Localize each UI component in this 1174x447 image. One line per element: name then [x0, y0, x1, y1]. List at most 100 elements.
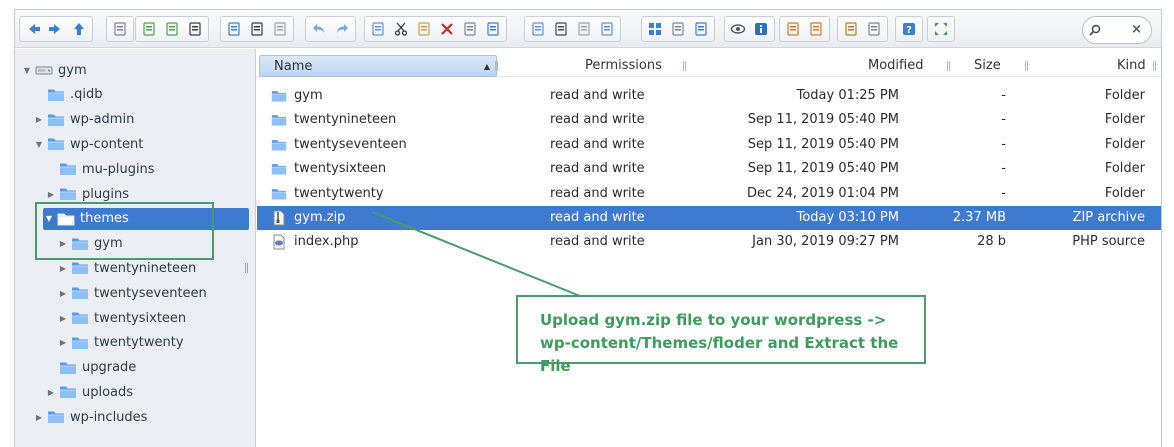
icons-view-button[interactable] — [840, 17, 862, 41]
instruction-callout: Upload gym.zip file to your wordpress ->… — [516, 295, 926, 375]
fullscreen-button[interactable] — [930, 17, 952, 41]
column-header-permissions[interactable]: Permissions — [585, 55, 662, 77]
expand-arrow-icon[interactable]: ▶ — [57, 289, 69, 298]
tree-item-label: wp-admin — [70, 112, 135, 128]
redo-button[interactable] — [331, 17, 353, 41]
folder-icon — [271, 88, 287, 104]
panel-icon — [228, 22, 240, 36]
file-permissions: read and write — [550, 136, 645, 152]
tree-item--qidb[interactable]: .qidb — [33, 84, 103, 106]
expand-arrow-icon[interactable]: ▶ — [57, 338, 69, 347]
clip-button[interactable] — [573, 17, 595, 41]
tree-item-uploads[interactable]: ▶ uploads — [45, 381, 133, 403]
expand-arrow-icon[interactable]: ▶ — [45, 190, 57, 199]
tree-item-mu-plugins[interactable]: mu-plugins — [45, 158, 155, 180]
undo-button[interactable] — [308, 17, 330, 41]
column-resize-handle[interactable] — [683, 61, 686, 71]
edit-button[interactable] — [482, 17, 504, 41]
file-size: - — [1001, 136, 1006, 152]
info-button[interactable] — [750, 17, 772, 41]
tree-item-twentynineteen[interactable]: ▶ twentynineteen — [57, 257, 196, 279]
tree-item-label: plugins — [82, 186, 129, 202]
cut-button[interactable] — [390, 17, 412, 41]
thumbs-icon — [695, 22, 707, 36]
expand-arrow-icon[interactable]: ▶ — [57, 264, 69, 273]
column-resize-handle[interactable] — [495, 61, 498, 71]
thumbs-button[interactable] — [690, 17, 712, 41]
clear-search-icon[interactable]: × — [1131, 22, 1142, 37]
column-header-name[interactable]: Name ▲ — [259, 55, 497, 77]
column-resize-handle[interactable] — [1153, 61, 1156, 71]
panel-button[interactable] — [223, 17, 245, 41]
file-row[interactable]: twentynineteen read and write Sep 11, 2019… — [257, 108, 1161, 132]
collapse-arrow-icon[interactable]: ▼ — [21, 66, 33, 75]
save-button[interactable] — [184, 17, 206, 41]
file-row[interactable]: twentyseventeen read and write Sep 11, 201… — [257, 133, 1161, 157]
search-input[interactable]: × — [1082, 16, 1152, 44]
tree-item-upgrade[interactable]: upgrade — [45, 357, 136, 379]
help-button[interactable]: ? — [898, 17, 920, 41]
file-row[interactable]: twentytwenty read and write Dec 24, 2019 0… — [257, 182, 1161, 206]
archive-button[interactable] — [596, 17, 618, 41]
tree-item-label: wp-content — [70, 136, 144, 152]
rename-icon — [464, 22, 476, 36]
column-resize-handle[interactable] — [947, 61, 950, 71]
up-button[interactable] — [68, 17, 90, 41]
toolbar-group — [19, 16, 93, 42]
preview-button[interactable] — [727, 17, 749, 41]
tree-item-twentyseventeen[interactable]: ▶ twentyseventeen — [57, 282, 207, 304]
file-row[interactable]: index.php read and write Jan 30, 2019 09:2… — [257, 230, 1161, 254]
file-row[interactable]: gym.zip read and write Today 03:10 PM 2.37 … — [257, 206, 1161, 230]
select-button[interactable] — [269, 17, 291, 41]
column-header-size[interactable]: Size — [974, 55, 1001, 77]
tree-item-wp-includes[interactable]: ▶ wp-includes — [33, 406, 148, 428]
extract-button[interactable] — [782, 17, 804, 41]
folder-icon — [271, 186, 287, 202]
folder-icon — [47, 137, 65, 151]
rename-button[interactable] — [459, 17, 481, 41]
compress-button[interactable] — [805, 17, 827, 41]
tree-item-twentytwenty[interactable]: ▶ twentytwenty — [57, 332, 184, 354]
file-row[interactable]: twentysixteen read and write Sep 11, 2019 … — [257, 157, 1161, 181]
delete-button[interactable] — [436, 17, 458, 41]
tree-item-label: mu-plugins — [82, 161, 155, 177]
select-all-button[interactable] — [550, 17, 572, 41]
duplicate-button[interactable] — [527, 17, 549, 41]
file-kind: Folder — [1104, 185, 1145, 201]
grid-view-button[interactable] — [644, 17, 666, 41]
file-kind: Folder — [1104, 161, 1145, 177]
file-row[interactable]: gym read and write Today 01:25 PM - Folder — [257, 84, 1161, 108]
expand-arrow-icon[interactable]: ▶ — [33, 413, 45, 422]
tree-item-label: upgrade — [82, 360, 137, 376]
file-modified: Today 03:10 PM — [796, 210, 899, 225]
computer-button[interactable] — [109, 17, 131, 41]
file-kind: Folder — [1104, 136, 1145, 152]
forward-button[interactable] — [45, 17, 67, 41]
back-button[interactable] — [22, 17, 44, 41]
settings-button[interactable] — [863, 17, 885, 41]
tree-item-wp-content[interactable]: ▼ wp-content — [33, 133, 143, 155]
tree-item-gym[interactable]: ▼ gym — [21, 59, 87, 81]
toolbar-group — [641, 16, 715, 42]
expand-arrow-icon[interactable]: ▶ — [57, 314, 69, 323]
toolbar-group — [135, 16, 209, 42]
new-file-button[interactable] — [138, 17, 160, 41]
file-kind: Folder — [1104, 112, 1145, 128]
folder-icon — [71, 286, 89, 300]
column-header-kind[interactable]: Kind — [1117, 55, 1146, 77]
column-resize-handle[interactable] — [1025, 61, 1028, 71]
small-buttons-icon[interactable] — [667, 17, 689, 41]
column-header-modified[interactable]: Modified — [868, 55, 923, 77]
save-as-icon — [251, 22, 263, 36]
collapse-arrow-icon[interactable]: ▼ — [33, 140, 45, 149]
new-file-add-button[interactable] — [161, 17, 183, 41]
tree-item-twentysixteen[interactable]: ▶ twentysixteen — [57, 307, 186, 329]
sidebar-splitter[interactable] — [245, 263, 248, 273]
paste-button[interactable] — [413, 17, 435, 41]
save-as-button[interactable] — [246, 17, 268, 41]
copy-button[interactable] — [367, 17, 389, 41]
archive-icon — [601, 22, 613, 36]
expand-arrow-icon[interactable]: ▶ — [33, 115, 45, 124]
expand-arrow-icon[interactable]: ▶ — [45, 388, 57, 397]
tree-item-wp-admin[interactable]: ▶ wp-admin — [33, 109, 134, 131]
